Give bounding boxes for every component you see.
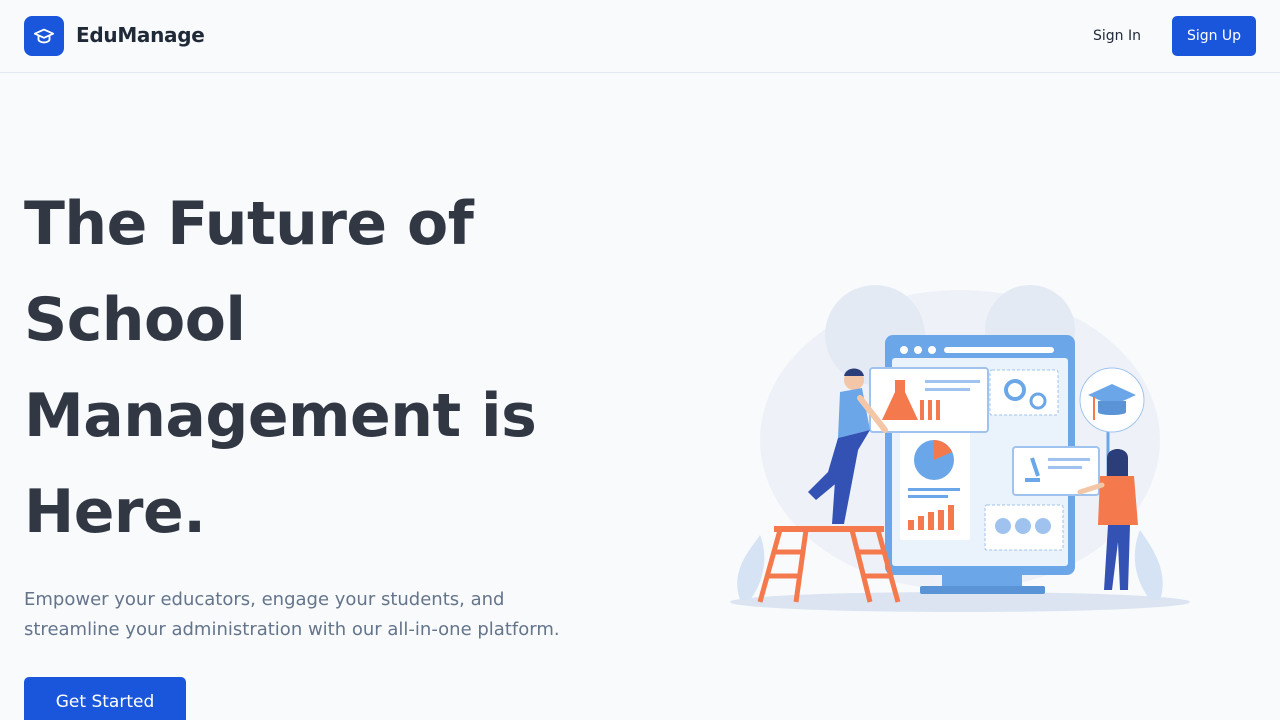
hero-title-line: Here. bbox=[24, 477, 206, 547]
hero-title-line: The Future of bbox=[24, 189, 474, 259]
get-started-button[interactable]: Get Started bbox=[24, 677, 186, 720]
hero-illustration bbox=[730, 285, 1190, 612]
logo[interactable] bbox=[24, 16, 64, 56]
hero-title: The Future of School Management is Here. bbox=[24, 176, 624, 560]
hero-title-line: Management is bbox=[24, 381, 537, 451]
hero-title-line: School bbox=[24, 285, 246, 355]
top-nav: EduManage Sign In Sign Up bbox=[0, 0, 1280, 73]
sign-in-button[interactable]: Sign In bbox=[1078, 16, 1156, 56]
sign-up-button[interactable]: Sign Up bbox=[1172, 16, 1256, 56]
graduation-cap-icon bbox=[33, 28, 55, 44]
hero-subtitle: Empower your educators, engage your stud… bbox=[24, 589, 560, 640]
brand-name[interactable]: EduManage bbox=[76, 23, 205, 47]
